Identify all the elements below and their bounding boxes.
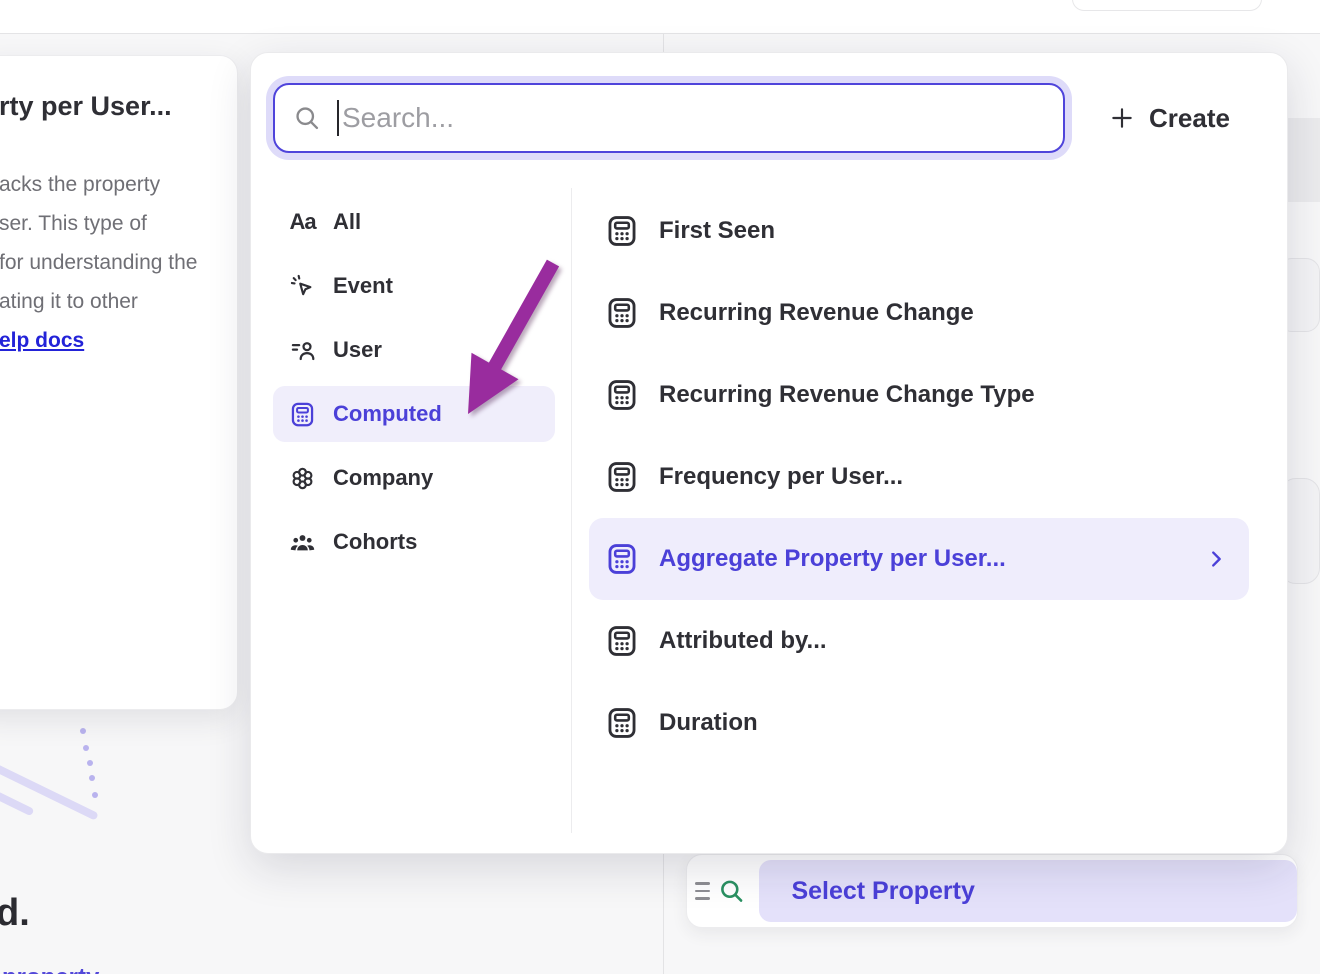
category-list: Aa All Event User Computed Company Cohort… bbox=[273, 194, 555, 578]
tooltip-body-line: acks the property bbox=[0, 173, 160, 197]
property-item[interactable]: Aggregate Property per User... bbox=[589, 518, 1249, 600]
text-cursor bbox=[337, 100, 339, 136]
search-placeholder: Search... bbox=[342, 102, 454, 134]
category-label: All bbox=[333, 209, 361, 235]
property-item-label: Duration bbox=[659, 709, 758, 737]
calculator-icon bbox=[605, 296, 639, 330]
property-tooltip-card: rty per User... acks the property ser. T… bbox=[0, 55, 238, 710]
category-label: Computed bbox=[333, 401, 442, 427]
search-input[interactable]: Search... bbox=[273, 83, 1065, 153]
calculator-icon bbox=[605, 460, 639, 494]
property-list: First Seen Recurring Revenue Change Recu… bbox=[589, 190, 1249, 764]
calculator-icon bbox=[605, 378, 639, 412]
company-icon bbox=[289, 465, 316, 492]
calculator-icon bbox=[605, 214, 639, 248]
tooltip-body-line: for understanding the bbox=[0, 251, 197, 275]
create-button-label: Create bbox=[1149, 103, 1230, 134]
category-cohorts[interactable]: Cohorts bbox=[273, 514, 555, 570]
calculator-icon bbox=[605, 624, 639, 658]
create-button[interactable]: Create bbox=[1109, 95, 1230, 141]
background-block bbox=[1288, 118, 1320, 202]
category-label: Company bbox=[333, 465, 433, 491]
text-aa-icon: Aa bbox=[289, 209, 316, 236]
property-item-label: Frequency per User... bbox=[659, 463, 903, 491]
property-selector-row: Select Property bbox=[686, 854, 1298, 928]
select-property-button[interactable]: Select Property bbox=[759, 860, 1297, 922]
event-icon bbox=[289, 273, 316, 300]
decorative-dot bbox=[92, 792, 98, 798]
cutoff-link[interactable]: property bbox=[2, 964, 122, 974]
category-user[interactable]: User bbox=[273, 322, 555, 378]
top-divider bbox=[0, 33, 1320, 34]
select-property-label: Select Property bbox=[791, 877, 974, 906]
property-picker-popover: Search... Create Aa All Event User Comput… bbox=[250, 52, 1288, 854]
category-company[interactable]: Company bbox=[273, 450, 555, 506]
category-label: User bbox=[333, 337, 382, 363]
drag-handle-icon[interactable] bbox=[695, 882, 710, 900]
property-item-label: First Seen bbox=[659, 217, 775, 245]
user-icon bbox=[289, 337, 316, 364]
property-item[interactable]: Recurring Revenue Change Type bbox=[589, 354, 1249, 436]
tooltip-title: rty per User... bbox=[0, 91, 172, 122]
picker-column-divider bbox=[571, 188, 572, 833]
plus-icon bbox=[1109, 105, 1135, 131]
property-item-label: Recurring Revenue Change bbox=[659, 299, 974, 327]
decorative-dot bbox=[80, 728, 86, 734]
calculator-icon bbox=[289, 401, 316, 428]
tooltip-body-line: ser. This type of bbox=[0, 212, 147, 236]
property-item-label: Aggregate Property per User... bbox=[659, 545, 1006, 573]
category-all[interactable]: Aa All bbox=[273, 194, 555, 250]
category-event[interactable]: Event bbox=[273, 258, 555, 314]
cutoff-top-button[interactable] bbox=[1072, 0, 1262, 11]
decorative-dot bbox=[87, 760, 93, 766]
search-icon bbox=[293, 104, 321, 132]
property-search-icon bbox=[718, 877, 745, 905]
property-item[interactable]: Attributed by... bbox=[589, 600, 1249, 682]
decorative-dot bbox=[83, 745, 89, 751]
decorative-dot bbox=[89, 775, 95, 781]
property-item[interactable]: Recurring Revenue Change bbox=[589, 272, 1249, 354]
cutoff-heading: d. bbox=[0, 892, 30, 935]
cohorts-icon bbox=[289, 529, 316, 556]
category-computed[interactable]: Computed bbox=[273, 386, 555, 442]
property-item[interactable]: First Seen bbox=[589, 190, 1249, 272]
chevron-right-icon bbox=[1205, 548, 1227, 570]
calculator-icon bbox=[605, 542, 639, 576]
tooltip-body-line: ating it to other bbox=[0, 290, 138, 314]
category-label: Event bbox=[333, 273, 393, 299]
category-label: Cohorts bbox=[333, 529, 417, 555]
calculator-icon bbox=[605, 706, 639, 740]
property-item[interactable]: Duration bbox=[589, 682, 1249, 764]
help-docs-link[interactable]: elp docs bbox=[0, 329, 84, 353]
property-item-label: Attributed by... bbox=[659, 627, 827, 655]
property-item[interactable]: Frequency per User... bbox=[589, 436, 1249, 518]
property-item-label: Recurring Revenue Change Type bbox=[659, 381, 1035, 409]
